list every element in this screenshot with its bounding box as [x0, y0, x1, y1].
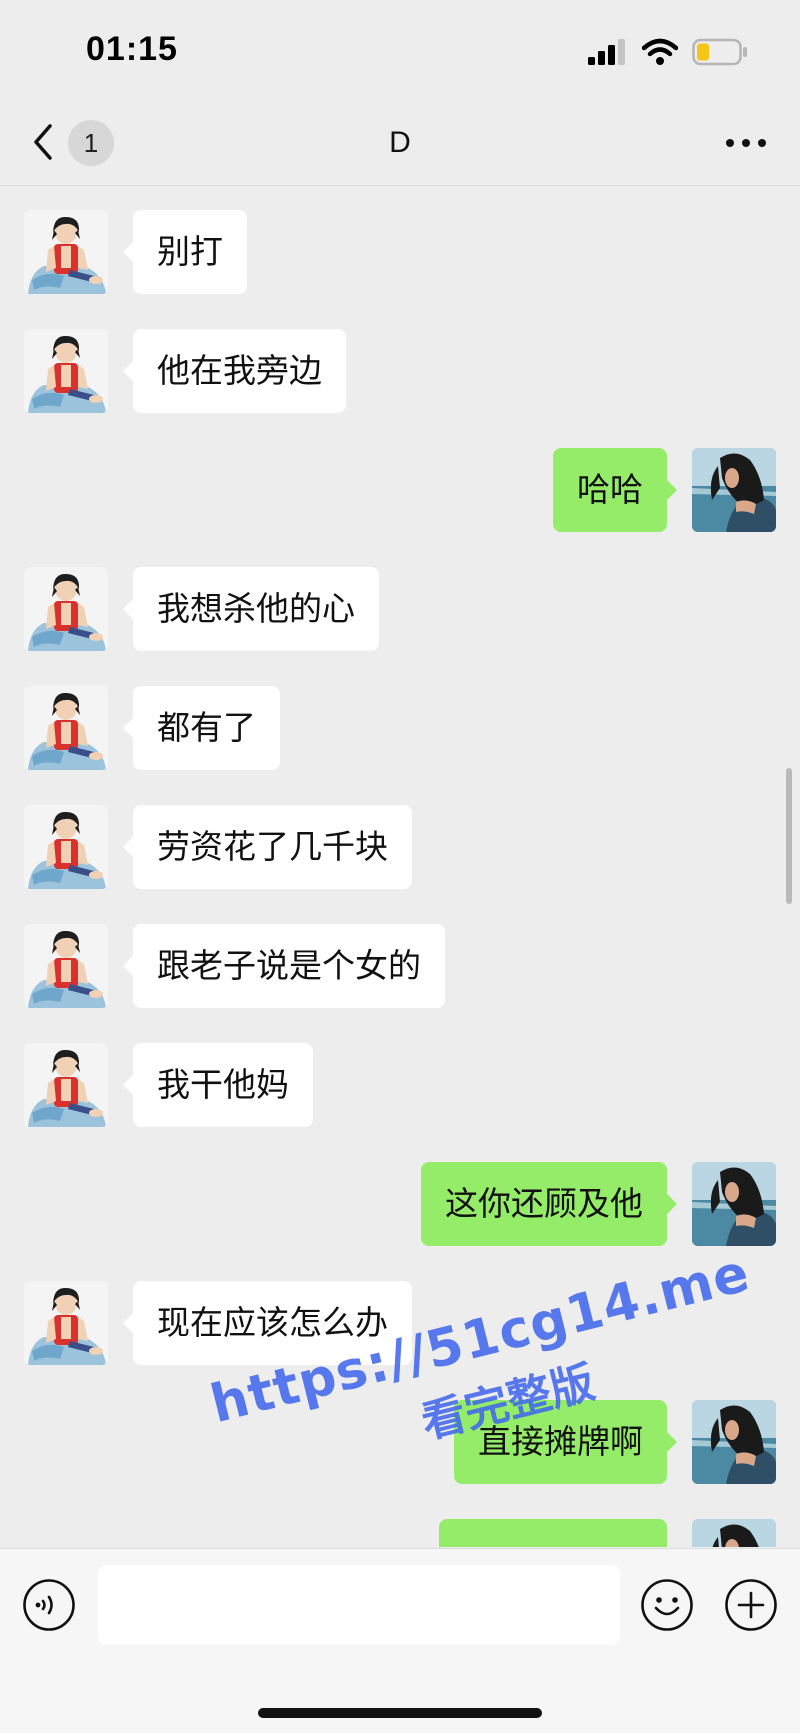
message-bubble[interactable]: 跟老子说是个女的	[123, 924, 445, 1008]
unread-count-badge[interactable]: 1	[68, 120, 114, 166]
battery-icon	[692, 38, 747, 66]
wifi-icon	[642, 38, 678, 65]
home-indicator-area	[0, 1658, 800, 1733]
message-incoming: 别打	[0, 210, 800, 294]
signal-icon	[588, 39, 625, 65]
message-incoming: 我干他妈	[0, 1043, 800, 1127]
message-bubble[interactable]: 我干他妈	[123, 1043, 313, 1127]
input-bar	[0, 1548, 800, 1658]
message-bubble[interactable]: 哈哈	[553, 448, 677, 532]
ellipsis-icon[interactable]	[724, 130, 768, 156]
my-avatar[interactable]	[692, 1400, 776, 1484]
message-bubble[interactable]: 直接摊牌啊	[454, 1400, 677, 1484]
scrollbar[interactable]	[786, 768, 792, 904]
contact-avatar[interactable]	[24, 1043, 108, 1127]
message-bubble[interactable]: 现在应该怎么办	[123, 1281, 412, 1365]
contact-avatar[interactable]	[24, 686, 108, 770]
contact-avatar[interactable]	[24, 924, 108, 1008]
message-bubble[interactable]: 都有了	[123, 686, 280, 770]
contact-avatar[interactable]	[24, 567, 108, 651]
chevron-left-icon[interactable]	[28, 122, 58, 162]
contact-avatar[interactable]	[24, 210, 108, 294]
home-indicator[interactable]	[258, 1708, 542, 1718]
message-incoming: 跟老子说是个女的	[0, 924, 800, 1008]
message-bubble[interactable]: 别打	[123, 210, 247, 294]
my-avatar[interactable]	[692, 1519, 776, 1547]
chat-title: D	[389, 126, 411, 159]
my-avatar[interactable]	[692, 448, 776, 532]
message-incoming: 现在应该怎么办	[0, 1281, 800, 1365]
message-input[interactable]	[98, 1565, 620, 1645]
message-outgoing	[0, 1519, 800, 1547]
message-incoming: 他在我旁边	[0, 329, 800, 413]
message-bubble[interactable]: 这你还顾及他	[421, 1162, 677, 1246]
contact-avatar[interactable]	[24, 329, 108, 413]
chat-header: 1 D	[0, 100, 800, 186]
message-outgoing: 哈哈	[0, 448, 800, 532]
message-bubble[interactable]: 劳资花了几千块	[123, 805, 412, 889]
message-incoming: 我想杀他的心	[0, 567, 800, 651]
message-list[interactable]: 别打 他在我旁边 哈哈 我想杀他的心 都有了 劳资花了几千块 跟老子说是个女的 …	[0, 187, 800, 1547]
message-incoming: 都有了	[0, 686, 800, 770]
status-icons	[588, 38, 748, 66]
message-outgoing: 这你还顾及他	[0, 1162, 800, 1246]
message-bubble[interactable]: 我想杀他的心	[123, 567, 379, 651]
my-avatar[interactable]	[692, 1162, 776, 1246]
plus-icon[interactable]	[724, 1578, 778, 1632]
status-bar: 01:15	[0, 0, 800, 100]
voice-icon[interactable]	[22, 1578, 76, 1632]
status-time: 01:15	[86, 30, 178, 68]
contact-avatar[interactable]	[24, 1281, 108, 1365]
message-outgoing: 直接摊牌啊	[0, 1400, 800, 1484]
message-bubble[interactable]	[439, 1519, 667, 1547]
message-incoming: 劳资花了几千块	[0, 805, 800, 889]
emoji-icon[interactable]	[640, 1578, 694, 1632]
contact-avatar[interactable]	[24, 805, 108, 889]
message-bubble[interactable]: 他在我旁边	[123, 329, 346, 413]
